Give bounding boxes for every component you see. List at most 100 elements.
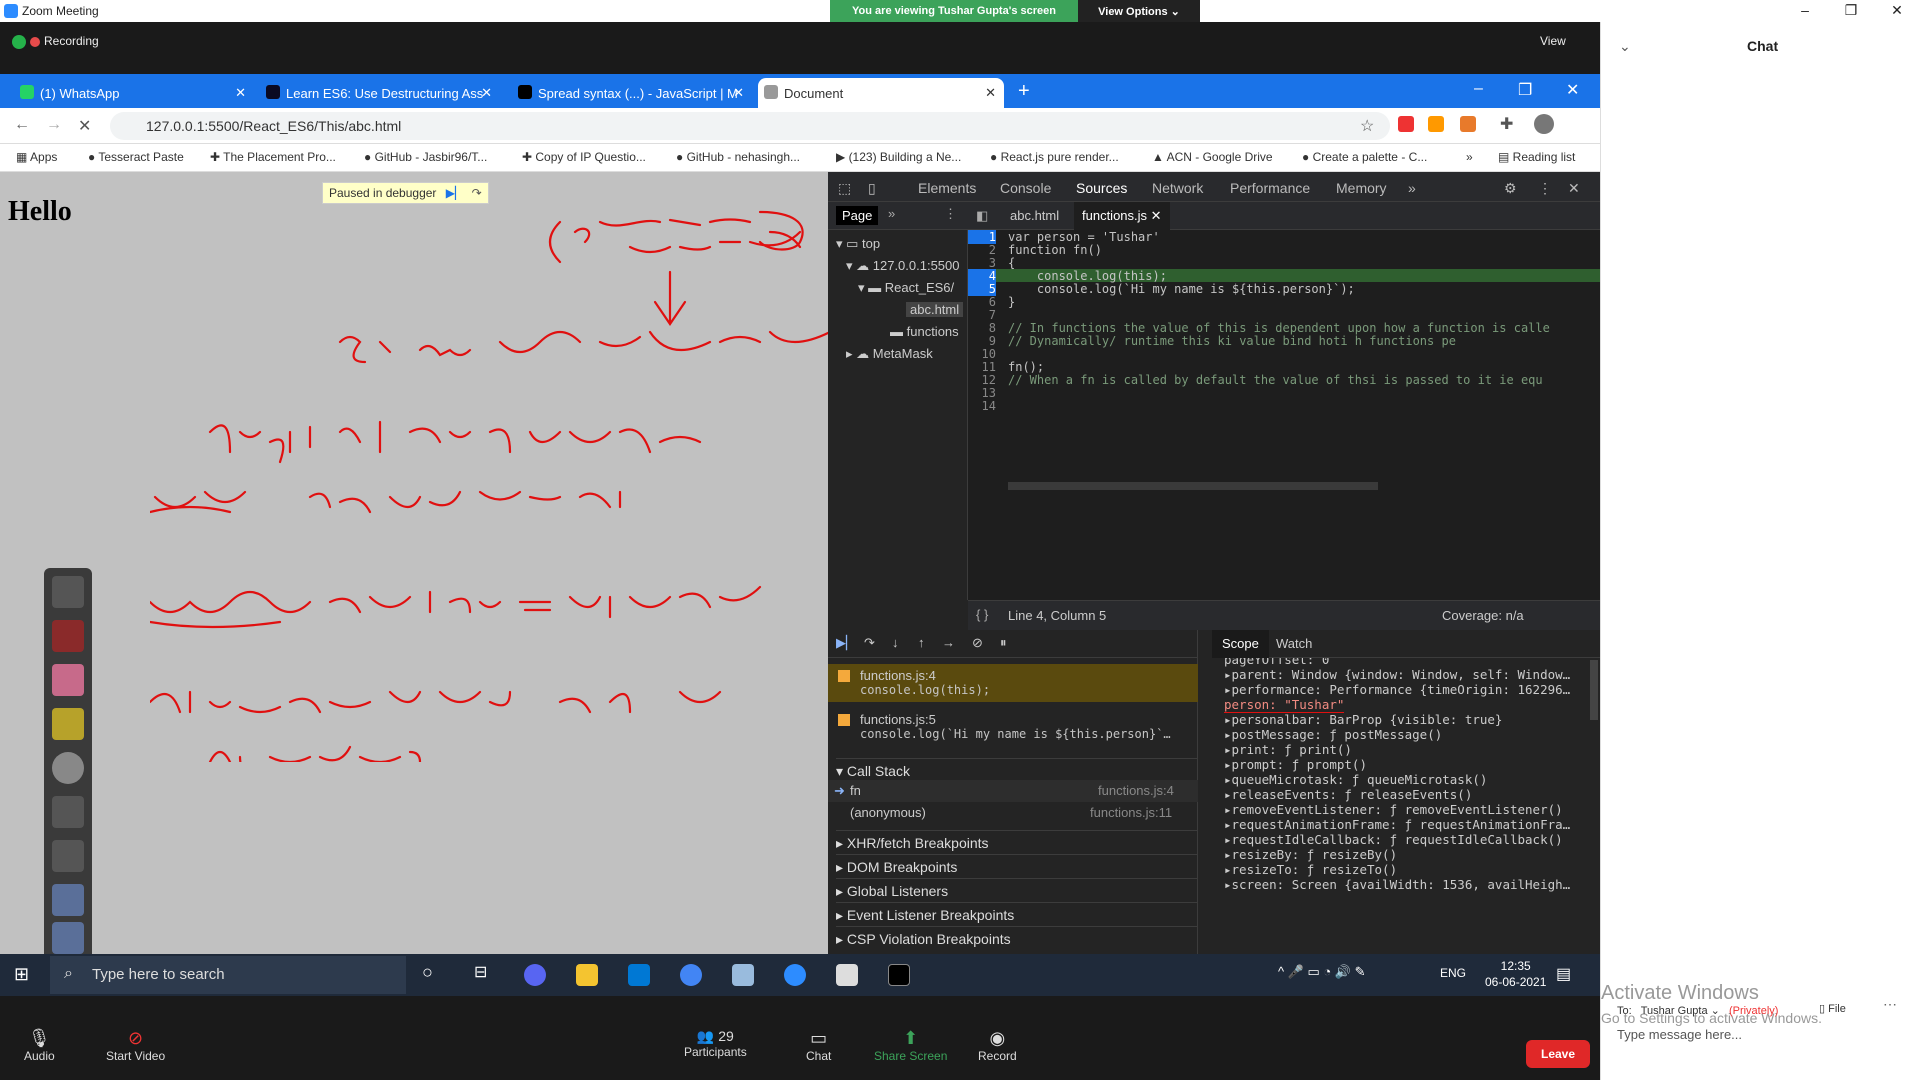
view-options-button[interactable]: View Options ⌄ <box>1078 0 1200 22</box>
close-tab-icon[interactable]: ✕ <box>985 85 996 101</box>
bookmark-apps[interactable]: ▦ Apps <box>16 150 57 164</box>
bookmark[interactable]: ▲ ACN - Google Drive <box>1152 150 1273 164</box>
scope-property[interactable]: ▸requestIdleCallback: ƒ requestIdleCallb… <box>1224 832 1563 847</box>
close-tab-icon[interactable]: ✕ <box>481 85 492 101</box>
code-line[interactable]: 6} <box>968 295 1600 309</box>
device-icon[interactable]: ▯ <box>868 180 876 197</box>
vscode-icon[interactable] <box>628 964 650 986</box>
horizontal-scrollbar[interactable] <box>1008 482 1378 490</box>
line-number[interactable]: 8 <box>968 321 996 335</box>
close-icon[interactable]: ✕ <box>1566 80 1579 100</box>
tree-item[interactable]: ▸ ☁ MetaMask <box>846 346 933 362</box>
tab-whatsapp[interactable]: (1) WhatsApp ✕ <box>14 78 254 108</box>
chat-message-input[interactable]: Type message here... <box>1617 1027 1742 1042</box>
resume-icon[interactable]: ▶▏ <box>446 186 464 200</box>
code-line[interactable]: 8 // In functions the value of this is de… <box>968 321 1600 335</box>
stop-loading-icon[interactable]: ✕ <box>78 116 91 136</box>
code-line[interactable]: 5 console.log(`Hi my name is ${this.pers… <box>968 282 1600 296</box>
tree-item[interactable]: ▾ ▭ top <box>836 236 880 252</box>
scope-property[interactable]: ▸performance: Performance {timeOrigin: 1… <box>1224 682 1570 697</box>
clock[interactable]: 12:35 06-06-2021 <box>1485 958 1546 990</box>
scope-property[interactable]: ▸parent: Window {window: Window, self: W… <box>1224 667 1570 682</box>
scope-scrollbar[interactable] <box>1590 660 1598 720</box>
pen-icon[interactable] <box>52 620 84 652</box>
more-tabs-icon[interactable]: » <box>1408 180 1416 196</box>
call-frame[interactable]: ➜ fn functions.js:4 <box>828 780 1198 802</box>
metamask-icon[interactable] <box>1460 116 1476 132</box>
eraser-icon[interactable] <box>52 664 84 696</box>
close-icon[interactable]: ✕ <box>1568 180 1580 197</box>
toggle-navigator-icon[interactable]: ◧ <box>976 208 988 224</box>
line-number[interactable]: 5 <box>968 282 996 296</box>
scope-property[interactable]: ▸releaseEvents: ƒ releaseEvents() <box>1224 787 1472 802</box>
code-line[interactable]: 14 <box>968 399 1600 413</box>
tree-item[interactable]: ▾ ☁ 127.0.0.1:5500 <box>846 258 960 274</box>
recipient-select[interactable]: Tushar Gupta ⌄ <box>1641 1005 1720 1017</box>
tree-item[interactable]: ▾ ▬ React_ES6/ <box>858 280 954 296</box>
code-line[interactable]: 12 // When a fn is called by default the … <box>968 373 1600 387</box>
breakpoint-item[interactable]: functions.js:5 console.log(`Hi my name i… <box>828 708 1198 745</box>
line-number[interactable]: 6 <box>968 295 996 309</box>
tab-performance[interactable]: Performance <box>1230 180 1310 196</box>
step-into-icon[interactable]: ↓ <box>892 635 899 650</box>
more-options-icon[interactable]: ⋯ <box>1883 996 1897 1013</box>
more-icon[interactable]: » <box>888 206 895 221</box>
scope-property[interactable]: person: "Tushar" <box>1224 697 1345 713</box>
scope-property[interactable]: pageYOffset: 0 <box>1224 658 1329 667</box>
discord-icon[interactable] <box>524 964 546 986</box>
tab-sources[interactable]: Sources <box>1076 180 1128 204</box>
restore-icon[interactable]: ❐ <box>1836 2 1866 19</box>
section-xhr-breakpoints[interactable]: ▸ XHR/fetch Breakpoints <box>836 830 1198 852</box>
deactivate-breakpoints-icon[interactable]: ⊘ <box>972 635 983 651</box>
tab-page[interactable]: Page <box>836 206 879 225</box>
tree-item[interactable]: ▬ functions <box>890 324 959 339</box>
scope-property[interactable]: ▸print: ƒ print() <box>1224 742 1352 757</box>
editor-tab-functions[interactable]: functions.js ✕ <box>1074 202 1170 230</box>
screen-icon[interactable] <box>52 884 84 916</box>
scope-list[interactable]: pageYOffset: 0 ▸parent: Window {window: W… <box>1212 658 1588 954</box>
section-global-listeners[interactable]: ▸ Global Listeners <box>836 878 1198 900</box>
windows-start-icon[interactable]: ⊞ <box>14 964 29 985</box>
tab-freecodecamp[interactable]: Learn ES6: Use Destructuring Ass ✕ <box>260 78 500 108</box>
tab-network[interactable]: Network <box>1152 180 1203 196</box>
line-number[interactable]: 9 <box>968 334 996 348</box>
tab-scope[interactable]: Scope <box>1212 630 1269 658</box>
inspect-icon[interactable]: ⬚ <box>838 180 851 197</box>
collapse-chevron-icon[interactable]: ⌄ <box>1619 38 1631 55</box>
view-button[interactable]: View <box>1540 34 1566 48</box>
puzzle-icon[interactable]: ✚ <box>1500 114 1513 134</box>
code-line[interactable]: 13 <box>968 386 1600 400</box>
file-explorer-icon[interactable] <box>576 964 598 986</box>
section-event-listener-breakpoints[interactable]: ▸ Event Listener Breakpoints <box>836 902 1198 924</box>
step-over-icon[interactable]: ↷ <box>472 186 482 200</box>
language-indicator[interactable]: ENG <box>1440 966 1466 980</box>
app-icon[interactable] <box>732 964 754 986</box>
code-line[interactable]: 10 <box>968 347 1600 361</box>
code-line[interactable]: 4 console.log(this); <box>968 269 1600 283</box>
notifications-icon[interactable]: ▤ <box>1556 964 1571 984</box>
whiteboard-icon[interactable] <box>52 922 84 954</box>
chat-button[interactable]: ▭ Chat <box>806 1028 831 1063</box>
code-line[interactable]: 3{ <box>968 256 1600 270</box>
pointer-icon[interactable] <box>52 752 84 784</box>
laser-icon[interactable] <box>52 796 84 828</box>
star-icon[interactable]: ☆ <box>1360 116 1374 136</box>
keyboard-icon[interactable] <box>52 840 84 872</box>
code-line[interactable]: 9 // Dynamically/ runtime this ki value b… <box>968 334 1600 348</box>
whiteboard-icon[interactable] <box>836 964 858 986</box>
file-button[interactable]: ▯ File <box>1819 1002 1846 1015</box>
close-tab-icon[interactable]: ✕ <box>235 85 246 101</box>
line-number[interactable]: 13 <box>968 386 996 400</box>
system-tray-icons[interactable]: ^ 🎤 ▭ ◔ 🔊 ✎ <box>1278 964 1366 980</box>
line-number[interactable]: 1 <box>968 230 996 244</box>
tab-console[interactable]: Console <box>1000 180 1051 196</box>
line-number[interactable]: 3 <box>968 256 996 270</box>
bookmark[interactable]: ● Tesseract Paste <box>88 150 184 164</box>
kebab-menu-icon[interactable]: ⋮ <box>944 206 957 222</box>
reading-list[interactable]: ▤ Reading list <box>1498 150 1575 164</box>
extension-icon[interactable] <box>1398 116 1414 132</box>
line-number[interactable]: 14 <box>968 399 996 413</box>
scope-property[interactable]: ▸removeEventListener: ƒ removeEventListe… <box>1224 802 1563 817</box>
task-view-icon[interactable]: ⊟ <box>474 962 487 982</box>
tab-watch[interactable]: Watch <box>1276 636 1312 651</box>
